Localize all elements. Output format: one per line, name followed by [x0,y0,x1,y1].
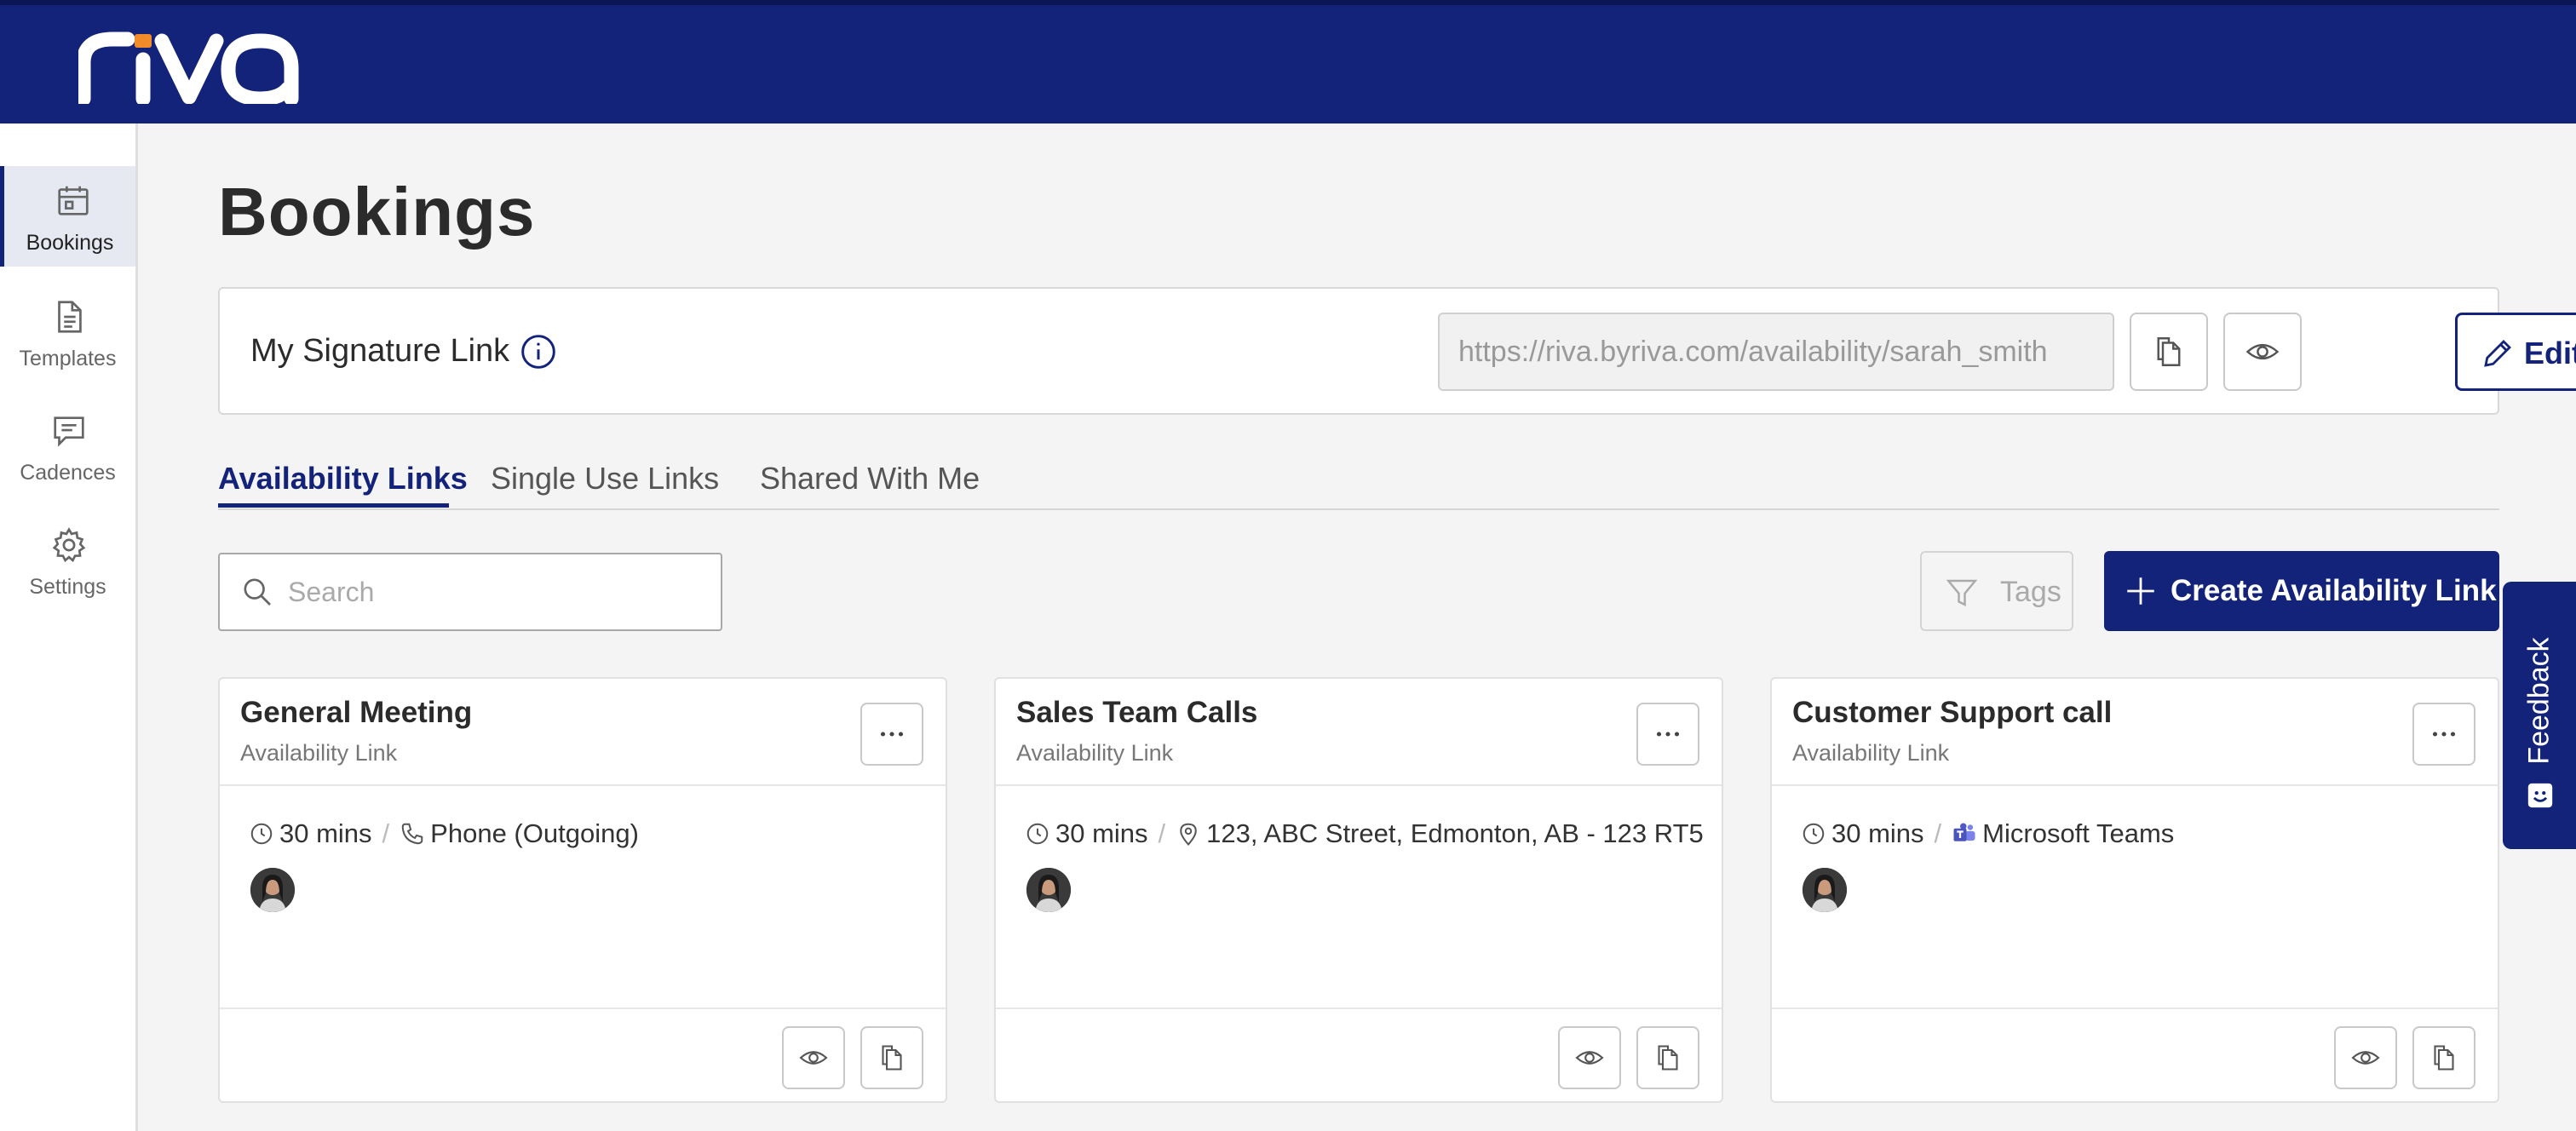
card-footer [996,1008,1722,1101]
copy-signature-button[interactable] [2130,313,2208,391]
preview-button[interactable] [782,1026,845,1089]
sidebar-item-label: Templates [19,347,117,370]
location-text: Microsoft Teams [1982,818,2175,848]
duration-text: 30 mins [1831,818,1924,848]
availability-card-sales-team-calls[interactable]: Sales Team Calls Availability Link 30 mi… [994,677,1723,1103]
card-subtitle: Availability Link [1792,740,1950,766]
copy-link-button[interactable] [2412,1026,2475,1089]
plus-icon [2127,577,2154,605]
sidebar-item-label: Cadences [20,461,116,485]
smiley-icon [2527,783,2553,808]
gear-icon [52,527,86,563]
microsoft-teams-icon [1953,823,1975,841]
signature-url-field[interactable]: https://riva.byriva.com/availability/sar… [1438,313,2114,391]
location-text: 123, ABC Street, Edmonton, AB - 123 RT5 [1206,818,1704,848]
location-text: Phone (Outgoing) [430,818,639,848]
preview-button[interactable] [2334,1026,2397,1089]
preview-button[interactable] [1558,1026,1621,1089]
clock-icon [1026,823,1049,845]
copy-icon [1658,1045,1678,1071]
edit-label: Edit [2524,336,2576,370]
card-meta: 30 mins / 123, ABC Street, Edmonton, AB … [1025,815,1704,853]
eye-icon [1575,1051,1604,1065]
more-horizontal-icon [1656,732,1680,737]
duration-text: 30 mins [1055,818,1148,848]
sidebar-item-cadences[interactable]: Cadences [0,396,135,497]
search-input[interactable] [288,566,705,617]
sidebar-item-label: Bookings [26,231,114,255]
more-options-button[interactable] [1636,703,1699,766]
copy-icon [2157,337,2181,366]
page-title: Bookings [218,174,536,250]
eye-icon [2245,343,2280,360]
search-icon [244,578,271,606]
copy-icon [2434,1045,2454,1071]
tab-availability-links[interactable]: Availability Links [218,461,468,497]
riva-logo[interactable] [78,29,300,104]
create-availability-link-button[interactable]: Create Availability Link [2104,551,2499,631]
tab-shared-with-me[interactable]: Shared With Me [760,461,980,497]
card-title: Sales Team Calls [1016,696,1258,729]
card-footer [1772,1008,2498,1101]
active-tab-indicator [218,503,449,508]
info-icon[interactable] [520,333,557,370]
eye-icon [2351,1051,2380,1065]
tags-label: Tags [2000,576,2061,608]
phone-icon [401,823,423,845]
signature-link-label: My Signature Link [250,333,510,369]
more-horizontal-icon [2432,732,2456,737]
create-label: Create Availability Link [2171,574,2497,607]
chat-icon [54,416,84,447]
avatar [1803,868,1847,912]
pencil-icon [2484,340,2511,367]
eye-icon [799,1051,828,1065]
availability-card-customer-support-call[interactable]: Customer Support call Availability Link … [1770,677,2499,1103]
edit-signature-button[interactable]: Edit [2455,313,2576,391]
card-meta: 30 mins / Microsoft Teams [1801,815,2174,853]
clock-icon [250,823,273,845]
card-subtitle: Availability Link [1016,740,1174,766]
more-options-button[interactable] [2412,703,2475,766]
card-header: Sales Team Calls Availability Link [996,679,1722,786]
feedback-label: Feedback [2522,637,2556,765]
sidebar-item-bookings[interactable]: Bookings [0,166,135,267]
main-content: Bookings My Signature Link https://riva.… [138,123,2576,1131]
sidebar-item-templates[interactable]: Templates [0,282,135,382]
filter-icon [1946,579,1978,606]
card-title: Customer Support call [1792,696,2113,729]
more-options-button[interactable] [860,703,923,766]
copy-icon [882,1045,902,1071]
availability-card-general-meeting[interactable]: General Meeting Availability Link 30 min… [218,677,947,1103]
copy-link-button[interactable] [860,1026,923,1089]
card-header: General Meeting Availability Link [220,679,946,786]
map-pin-icon [1180,823,1197,847]
document-icon [58,301,82,333]
sidebar-item-label: Settings [29,575,106,599]
tab-bar: Availability Links Single Use Links Shar… [218,447,2499,510]
card-subtitle: Availability Link [240,740,398,766]
more-horizontal-icon [880,732,904,737]
clock-icon [1803,823,1825,845]
feedback-tab[interactable]: Feedback [2503,582,2576,849]
tab-single-use-links[interactable]: Single Use Links [491,461,719,497]
meta-separator: / [1934,818,1942,848]
copy-link-button[interactable] [1636,1026,1699,1089]
avatar [1026,868,1071,912]
sidebar: Bookings Templates Cadences Settings [0,123,138,1131]
duration-text: 30 mins [279,818,372,848]
sidebar-item-settings[interactable]: Settings [0,510,135,611]
meta-separator: / [1158,818,1166,848]
card-header: Customer Support call Availability Link [1772,679,2498,786]
meta-separator: / [382,818,390,848]
card-footer [220,1008,946,1101]
card-title: General Meeting [240,696,473,729]
preview-signature-button[interactable] [2223,313,2302,391]
calendar-icon [58,186,89,215]
avatar [250,868,295,912]
card-meta: 30 mins / Phone (Outgoing) [249,815,639,853]
signature-link-card: My Signature Link https://riva.byriva.co… [218,287,2576,415]
tags-filter-button[interactable]: Tags [1920,551,2073,631]
search-box [218,553,722,631]
top-bar [0,0,2576,123]
